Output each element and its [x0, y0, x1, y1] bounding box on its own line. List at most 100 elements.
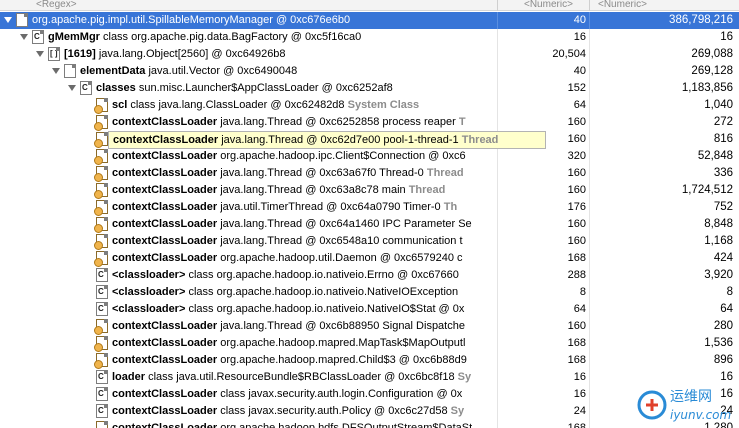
tree-row[interactable]: CcontextClassLoader class javax.security… [0, 403, 739, 420]
shallow-heap-cell: 168 [497, 250, 589, 267]
row-label: org.apache.pig.impl.util.SpillableMemory… [32, 12, 350, 29]
object-icon [94, 217, 108, 233]
row-name-cell: contextClassLoader org.apache.hadoop.hdf… [0, 420, 497, 428]
field-name: contextClassLoader [112, 116, 221, 128]
tree-row[interactable]: Cloader class java.util.ResourceBundle$R… [0, 369, 739, 386]
object-suffix: Sy [457, 371, 472, 383]
row-name-cell: contextClassLoader java.lang.Thread @ 0x… [0, 114, 497, 131]
tree-row[interactable]: contextClassLoader org.apache.hadoop.uti… [0, 250, 739, 267]
tree-row[interactable]: C <classloader> class org.apache.hadoop.i… [0, 301, 739, 318]
column-separator[interactable] [497, 0, 498, 11]
shallow-heap-cell: 152 [497, 80, 589, 97]
object-icon [94, 336, 108, 352]
shallow-heap-cell: 168 [497, 352, 589, 369]
object-description: class javax.security.auth.login.Configur… [220, 388, 463, 400]
row-label: contextClassLoader org.apache.hadoop.ipc… [112, 148, 466, 165]
field-name: classes [96, 82, 139, 94]
tree-row[interactable]: contextClassLoader java.lang.Thread @ 0x… [0, 233, 739, 250]
field-name: contextClassLoader [112, 184, 221, 196]
icon-glyph: C [98, 287, 104, 296]
row-name-cell: contextClassLoader java.lang.Thread @ 0x… [0, 233, 497, 250]
tree-row[interactable]: contextClassLoader org.apache.hadoop.map… [0, 352, 739, 369]
tree-row[interactable]: contextClassLoader java.lang.Thread @ 0x… [0, 216, 739, 233]
object-icon [94, 115, 108, 131]
expand-toggle-icon[interactable] [52, 68, 60, 74]
tree-row[interactable]: C <classloader> class org.apache.hadoop.i… [0, 267, 739, 284]
shallow-heap-cell: 16 [497, 369, 589, 386]
class-icon: C [96, 370, 108, 384]
watermark-line1: 运维网 [670, 389, 712, 405]
icon-glyph: C [98, 389, 104, 398]
icon-glyph: C [98, 372, 104, 381]
object-description: sun.misc.Launcher$AppClassLoader @ 0xc62… [138, 82, 393, 94]
shallow-heap-filter[interactable]: <Numeric> [524, 0, 573, 10]
row-label: elementData java.util.Vector @ 0xc649004… [80, 63, 297, 80]
shallow-heap-cell: 160 [497, 165, 589, 182]
row-label: classes sun.misc.Launcher$AppClassLoader… [96, 80, 393, 97]
row-hover-tooltip: contextClassLoader java.lang.Thread @ 0x… [108, 131, 546, 149]
object-suffix: T [458, 116, 466, 128]
tooltip-text: java.lang.Thread @ 0xc62d7e00 pool-1-thr… [221, 134, 459, 146]
object-suffix: Thread [426, 167, 464, 179]
field-name: [1619] [64, 48, 99, 60]
object-suffix: Sy [450, 405, 465, 417]
object-description: java.lang.Thread @ 0xc63a67f0 Thread-0 [220, 167, 427, 179]
row-name-cell: Cloader class java.util.ResourceBundle$R… [0, 369, 497, 386]
shallow-heap-cell: 168 [497, 335, 589, 352]
retained-heap-filter[interactable]: <Numeric> [598, 0, 647, 10]
retained-heap-cell: 752 [589, 199, 739, 216]
shallow-heap-cell: 16 [497, 386, 589, 403]
tree-row[interactable]: contextClassLoader java.lang.Thread @ 0x… [0, 318, 739, 335]
field-name: contextClassLoader [112, 218, 221, 230]
tree-row[interactable]: contextClassLoader java.lang.Thread @ 0x… [0, 165, 739, 182]
tree-row[interactable]: contextClassLoader org.apache.hadoop.hdf… [0, 420, 739, 428]
row-label: <classloader> class org.apache.hadoop.io… [112, 301, 464, 318]
class-icon: C [96, 302, 108, 316]
object-description: java.lang.Thread @ 0xc6252858 process re… [220, 116, 459, 128]
tree-row[interactable]: contextClassLoader java.lang.Thread @ 0x… [0, 114, 739, 131]
expand-toggle-icon[interactable] [68, 85, 76, 91]
tree-row[interactable]: contextClassLoader java.lang.Thread @ 0x… [0, 182, 739, 199]
expand-toggle-icon[interactable] [36, 51, 44, 57]
object-description: java.lang.Thread @ 0xc6548a10 communicat… [220, 235, 463, 247]
tree-row[interactable]: contextClassLoader org.apache.hadoop.map… [0, 335, 739, 352]
field-name: gMemMgr [48, 31, 103, 43]
row-label: contextClassLoader java.lang.Thread @ 0x… [112, 318, 465, 335]
retained-heap-cell: 1,168 [589, 233, 739, 250]
tree-row[interactable]: [ ] [1619] java.lang.Object[2560] @ 0xc64… [0, 46, 739, 63]
memory-analyzer-tree: <Regex> <Numeric> <Numeric> org.apache.p… [0, 0, 739, 428]
row-name-cell: org.apache.pig.impl.util.SpillableMemory… [0, 12, 497, 29]
shallow-heap-cell: 168 [497, 420, 589, 428]
row-name-cell: scl class java.lang.ClassLoader @ 0xc624… [0, 97, 497, 114]
retained-heap-cell: 272 [589, 114, 739, 131]
row-name-cell: [ ] [1619] java.lang.Object[2560] @ 0xc64… [0, 46, 497, 63]
retained-heap-cell: 816 [589, 131, 739, 148]
tree-row[interactable]: CcontextClassLoader class javax.security… [0, 386, 739, 403]
row-label: contextClassLoader org.apache.hadoop.hdf… [112, 420, 472, 428]
object-icon [94, 234, 108, 250]
document-icon [16, 13, 28, 27]
tree-row[interactable]: CgMemMgr class org.apache.pig.data.BagFa… [0, 29, 739, 46]
shallow-heap-cell: 16 [497, 29, 589, 46]
filter-regex-field[interactable]: <Regex> [36, 0, 77, 10]
retained-heap-cell: 336 [589, 165, 739, 182]
class-icon: C [80, 81, 92, 95]
tree-row[interactable]: C <classloader> class org.apache.hadoop.i… [0, 284, 739, 301]
tree-row[interactable]: scl class java.lang.ClassLoader @ 0xc624… [0, 97, 739, 114]
expand-toggle-icon[interactable] [20, 34, 28, 40]
shallow-heap-cell: 320 [497, 148, 589, 165]
object-suffix: Th [443, 201, 458, 213]
tree-row[interactable]: contextClassLoader org.apache.hadoop.ipc… [0, 148, 739, 165]
tree-row[interactable]: Cclasses sun.misc.Launcher$AppClassLoade… [0, 80, 739, 97]
tree-row[interactable]: elementData java.util.Vector @ 0xc649004… [0, 63, 739, 80]
tree-row[interactable]: org.apache.pig.impl.util.SpillableMemory… [0, 12, 739, 29]
class-icon: C [96, 404, 108, 418]
object-suffix: System Class [347, 99, 420, 111]
field-name: <classloader> [112, 269, 189, 281]
retained-heap-cell: 1,183,856 [589, 80, 739, 97]
column-separator[interactable] [589, 0, 590, 11]
field-name: contextClassLoader [112, 167, 221, 179]
document-icon [64, 64, 76, 78]
tree-row[interactable]: contextClassLoader java.util.TimerThread… [0, 199, 739, 216]
expand-toggle-icon[interactable] [4, 17, 12, 23]
